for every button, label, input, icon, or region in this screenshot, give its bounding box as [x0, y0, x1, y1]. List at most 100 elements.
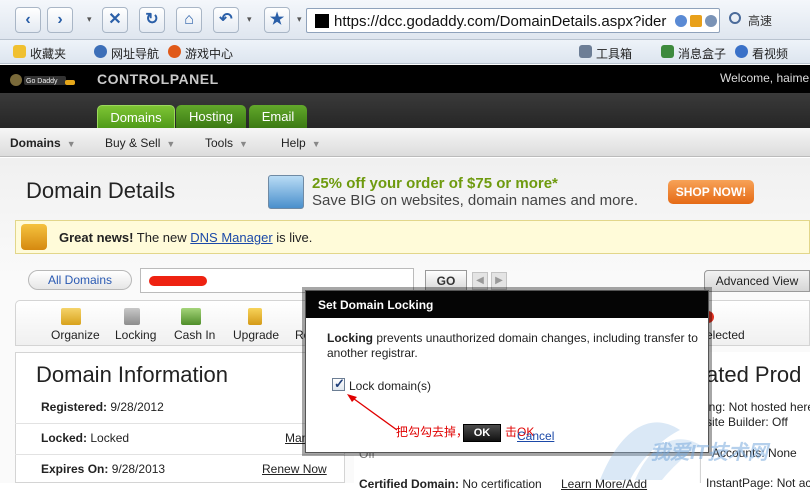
bookmarks-bar: 收藏夹 网址导航 游戏中心 工具箱 消息盒子 看视频 — [0, 40, 810, 64]
renew-now-link[interactable]: Renew Now — [262, 462, 327, 476]
logo-text: Go Daddy — [26, 78, 58, 85]
all-domains-button[interactable]: All Domains — [28, 270, 132, 290]
promo-headline[interactable]: 25% off your order of $75 or more* — [312, 175, 558, 192]
cash-icon[interactable] — [181, 308, 201, 325]
dns-manager-link[interactable]: DNS Manager — [190, 230, 272, 245]
tab-hosting[interactable]: Hosting — [176, 105, 246, 128]
message-box-button[interactable]: 消息盒子 — [678, 45, 726, 62]
promo-screen-icon — [268, 175, 304, 209]
prev-arrow-icon[interactable]: ◀ — [472, 272, 488, 290]
control-panel-title: CONTROLPANEL — [97, 71, 219, 87]
menu-help-label: Help — [281, 136, 306, 150]
padlock-icon[interactable] — [124, 308, 140, 325]
locked-value: Locked — [90, 431, 130, 445]
advanced-view-button[interactable]: Advanced View — [704, 270, 810, 292]
news-text: Great news! The new DNS Manager is live. — [59, 230, 312, 245]
hosting-status: ing: Not hosted here — [706, 400, 810, 414]
learn-more-link[interactable]: Learn More/Add — [561, 477, 647, 491]
megaphone-icon — [21, 224, 47, 250]
browser-toolbar: ‹ › ▾ ✕ ↻ ⌂ ↶ ▾ ★ ▾ https://dcc.godaddy.… — [0, 0, 810, 40]
refresh-icon[interactable]: ↻ — [139, 7, 165, 33]
domain-details-middle: Off Certified Domain: No certification L… — [354, 447, 699, 491]
bookmark-nav[interactable]: 网址导航 — [111, 45, 159, 62]
undo-icon[interactable]: ↶ — [213, 7, 239, 33]
redacted-domain — [149, 276, 207, 286]
registered-value: 9/28/2012 — [110, 400, 164, 414]
related-products-title: ated Prod — [706, 362, 802, 387]
tool-upgrade[interactable]: Upgrade — [233, 328, 279, 342]
tool-locking[interactable]: Locking — [115, 328, 156, 342]
chevron-down-icon: ▼ — [66, 139, 76, 149]
registered-label: Registered: — [41, 400, 108, 414]
tool-selected[interactable]: elected — [706, 328, 745, 342]
favorite-star-icon[interactable]: ★ — [264, 7, 290, 33]
next-arrow-icon[interactable]: ▶ — [491, 272, 507, 290]
video-button[interactable]: 看视频 — [752, 45, 788, 62]
star-dropdown-icon[interactable]: ▾ — [297, 15, 305, 24]
tab-email[interactable]: Email — [249, 105, 307, 128]
tab-domains[interactable]: Domains — [97, 105, 175, 128]
stop-icon[interactable]: ✕ — [102, 7, 128, 33]
promo-subline[interactable]: Save BIG on websites, domain names and m… — [312, 192, 638, 209]
news-bold: Great news! — [59, 230, 134, 245]
url-dropdown-icon[interactable] — [705, 15, 717, 27]
bookmark-favorites[interactable]: 收藏夹 — [30, 45, 66, 62]
address-bar[interactable]: https://dcc.godaddy.com/DomainDetails.as… — [306, 8, 720, 33]
game-center-icon — [168, 45, 181, 58]
menu-domains[interactable]: Domains ▼ — [10, 136, 76, 150]
tool-cash-in[interactable]: Cash In — [174, 328, 215, 342]
menu-buy-sell[interactable]: Buy & Sell ▼ — [105, 136, 175, 150]
lock-icon[interactable] — [690, 15, 702, 27]
row-divider — [15, 454, 345, 455]
menu-domains-label: Domains — [10, 136, 61, 150]
message-box-icon — [661, 45, 674, 58]
news-post: is live. — [272, 230, 313, 245]
tool-organize[interactable]: Organize — [51, 328, 100, 342]
godaddy-logo-icon[interactable]: Go Daddy — [8, 70, 78, 90]
back-button[interactable]: ‹ — [15, 7, 41, 33]
lock-domains-checkbox[interactable]: ✓ — [332, 376, 345, 391]
shop-now-button[interactable]: SHOP NOW! — [668, 180, 754, 204]
toolbox-icon — [579, 45, 592, 58]
website-builder-status: site Builder: Off — [706, 415, 788, 429]
go-button[interactable]: GO — [425, 270, 467, 292]
menu-help[interactable]: Help ▼ — [281, 136, 321, 150]
dialog-title: Set Domain Locking — [318, 298, 434, 312]
menu-buy-sell-label: Buy & Sell — [105, 136, 161, 150]
dialog-header: Set Domain Locking — [306, 291, 708, 318]
security-shield-icon[interactable] — [675, 15, 687, 27]
cancel-link[interactable]: Cancel — [517, 429, 554, 443]
ok-button[interactable]: OK — [463, 424, 501, 442]
watermark-text: 我爱IT技术网 — [650, 442, 768, 464]
domain-info-title: Domain Information — [36, 362, 228, 387]
nav-site-icon — [94, 45, 107, 58]
annotation-pre: 把勾勾去掉， — [396, 425, 469, 439]
lock-domains-label[interactable]: Lock domain(s) — [349, 379, 431, 393]
dialog-description: Locking prevents unauthorized domain cha… — [327, 331, 702, 361]
folder-icon[interactable] — [61, 308, 81, 325]
forward-button[interactable]: › — [47, 7, 73, 33]
home-icon[interactable]: ⌂ — [176, 7, 202, 33]
url-text[interactable]: https://dcc.godaddy.com/DomainDetails.as… — [334, 13, 666, 30]
undo-dropdown-icon[interactable]: ▾ — [247, 15, 255, 24]
news-banner: Great news! The new DNS Manager is live. — [15, 220, 810, 254]
history-dropdown-icon[interactable]: ▾ — [87, 15, 95, 24]
upgrade-icon[interactable] — [248, 308, 262, 325]
menu-tools-label: Tools — [205, 136, 234, 150]
chevron-down-icon: ▼ — [239, 139, 248, 149]
speed-mode-icon[interactable] — [729, 12, 741, 24]
bookmark-games[interactable]: 游戏中心 — [185, 45, 233, 62]
annotation-arrow-icon — [347, 394, 398, 431]
menu-tools[interactable]: Tools ▼ — [205, 136, 248, 150]
main-menu: Domains ▼ Buy & Sell ▼ Tools ▼ Help ▼ — [0, 128, 810, 157]
expires-value: 9/28/2013 — [111, 462, 166, 476]
video-icon — [735, 45, 748, 58]
toolbox-button[interactable]: 工具箱 — [596, 45, 632, 62]
site-header: Go Daddy CONTROLPANEL Welcome, haime — [0, 65, 810, 93]
instantpage-status: InstantPage: Not activ — [706, 476, 810, 490]
welcome-text: Welcome, haime — [720, 71, 810, 85]
speed-mode-label[interactable]: 高速 — [748, 12, 772, 29]
expires-label: Expires On: — [41, 462, 109, 476]
certified-label: Certified Domain: — [359, 477, 460, 491]
certified-value: No certification — [462, 477, 542, 491]
